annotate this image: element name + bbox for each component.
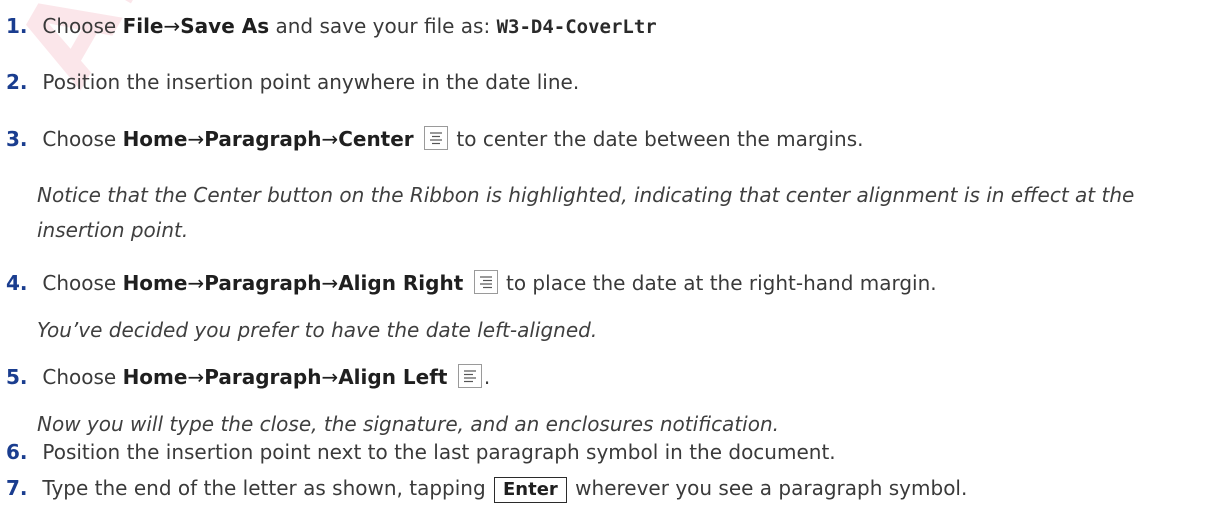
align-right-icon	[473, 270, 498, 294]
arrow-glyph: →	[163, 14, 181, 38]
step-text: Position the insertion point next to the…	[42, 440, 836, 464]
tab-home: Home	[122, 271, 188, 295]
step-6: 6. Position the insertion point next to …	[0, 440, 836, 464]
step-5-note: Now you will type the close, the signatu…	[37, 412, 779, 436]
tab-home: Home	[122, 127, 188, 151]
step-text: and save your file as:	[275, 14, 491, 38]
step-number: 1.	[6, 14, 28, 38]
step-5: 5. Choose Home→Paragraph→Align Left .	[0, 364, 490, 389]
step-number: 3.	[6, 127, 28, 151]
step-text: Choose	[42, 14, 117, 38]
filename: W3-D4-CoverLtr	[496, 16, 657, 38]
enter-key: Enter	[494, 477, 567, 503]
arrow-glyph: →	[321, 127, 339, 151]
step-text: Choose	[42, 271, 117, 295]
step-4: 4. Choose Home→Paragraph→Align Right to …	[0, 270, 937, 295]
menu-file: File	[122, 14, 164, 38]
arrow-glyph: →	[187, 127, 205, 151]
command-save-as: Save As	[180, 14, 270, 38]
group-paragraph: Paragraph	[204, 271, 322, 295]
arrow-glyph: →	[321, 271, 339, 295]
step-7: 7. Type the end of the letter as shown, …	[0, 476, 967, 503]
step-number: 2.	[6, 70, 28, 94]
step-number: 4.	[6, 271, 28, 295]
step-text: Position the insertion point anywhere in…	[42, 70, 580, 94]
group-paragraph: Paragraph	[204, 365, 322, 389]
align-center-icon	[424, 126, 449, 150]
step-text: Type the end of the letter as shown, tap…	[42, 476, 486, 500]
step-number: 7.	[6, 476, 28, 500]
step-3: 3. Choose Home→Paragraph→Center to cente…	[0, 126, 864, 151]
step-text: Choose	[42, 365, 117, 389]
command-center: Center	[338, 127, 414, 151]
step-4-note: You’ve decided you prefer to have the da…	[37, 318, 598, 342]
step-text: to place the date at the right-hand marg…	[506, 271, 937, 295]
step-number: 6.	[6, 440, 28, 464]
group-paragraph: Paragraph	[204, 127, 322, 151]
align-left-icon	[457, 364, 482, 388]
tab-home: Home	[122, 365, 188, 389]
arrow-glyph: →	[321, 365, 339, 389]
command-align-right: Align Right	[338, 271, 464, 295]
command-align-left: Align Left	[338, 365, 448, 389]
step-number: 5.	[6, 365, 28, 389]
step-1: 1. Choose File→Save As and save your fil…	[0, 14, 657, 38]
step-text: Choose	[42, 127, 117, 151]
arrow-glyph: →	[187, 365, 205, 389]
step-3-note: Notice that the Center button on the Rib…	[37, 183, 1135, 242]
step-2: 2. Position the insertion point anywhere…	[0, 70, 579, 94]
step-text: .	[483, 365, 491, 389]
arrow-glyph: →	[187, 271, 205, 295]
step-text: to center the date between the margins.	[456, 127, 864, 151]
step-text: wherever you see a paragraph symbol.	[575, 476, 968, 500]
